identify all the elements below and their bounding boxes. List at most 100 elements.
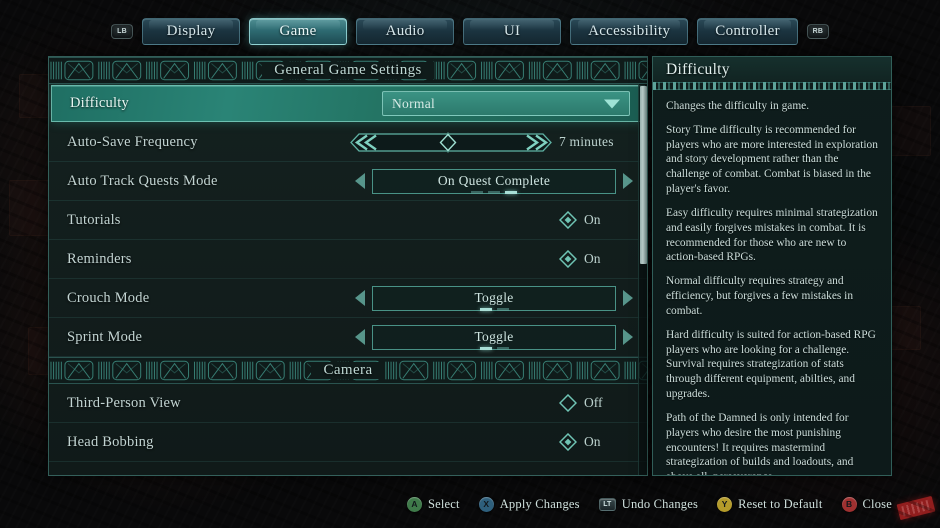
toggle-value: On (584, 434, 601, 449)
prompt-undo-changes[interactable]: LT Undo Changes (598, 496, 699, 512)
page-dots (373, 190, 615, 194)
settings-rows-container: Difficulty Normal Auto-Save Frequency 7 … (49, 84, 647, 475)
prompt-label: Apply Changes (499, 496, 580, 511)
toggle-diamond-on-icon (559, 250, 577, 268)
tab-game[interactable]: Game (249, 17, 348, 45)
setting-label: Tutorials (67, 211, 121, 228)
toggle-diamond-off-icon (559, 394, 577, 412)
arrow-left-icon[interactable] (355, 173, 365, 189)
setting-row-sprint-mode[interactable]: Sprint Mode Toggle (49, 318, 647, 357)
setting-control: Toggle (355, 285, 633, 311)
sprint-mode-stepper[interactable]: Toggle (372, 324, 616, 350)
setting-control: 7 minutes (347, 131, 633, 153)
setting-row-crouch-mode[interactable]: Crouch Mode Toggle (49, 279, 647, 318)
toggle-diamond-on-icon (559, 211, 577, 229)
prompt-select[interactable]: A Select (406, 496, 460, 512)
settings-scrollbar[interactable] (638, 84, 647, 475)
tab-audio[interactable]: Audio (356, 17, 455, 45)
toggle-value: On (584, 251, 601, 266)
slider-value: 7 minutes (559, 134, 614, 149)
setting-control: Normal (382, 91, 630, 116)
toggle-value: On (584, 212, 601, 227)
section-title: Camera (311, 362, 385, 379)
button-a-icon: A (406, 496, 422, 512)
prompt-label: Select (427, 496, 460, 511)
setting-control[interactable]: On (559, 250, 633, 268)
scrollbar-thumb[interactable] (640, 86, 647, 264)
setting-label: Crouch Mode (67, 289, 150, 306)
button-y-icon: Y (717, 496, 733, 512)
right-bumper-icon: RB (806, 23, 829, 39)
quest-track-stepper[interactable]: On Quest Complete (372, 168, 616, 194)
stepper-value: Toggle (474, 290, 514, 305)
prompt-label: Undo Changes (621, 496, 699, 511)
tab-ui[interactable]: UI (463, 17, 562, 45)
info-paragraph: Normal difficulty requires strategy and … (666, 275, 854, 317)
dropdown-value: Normal (392, 95, 436, 111)
difficulty-dropdown[interactable]: Normal (382, 91, 630, 116)
stepper-value: Toggle (474, 329, 514, 344)
page-dot (471, 190, 483, 194)
info-paragraph: Easy difficulty requires minimal strateg… (666, 206, 878, 264)
stepper-value: On Quest Complete (437, 173, 551, 188)
setting-label: Head Bobbing (67, 433, 154, 450)
info-panel: Difficulty Changes the difficulty in gam… (652, 56, 892, 476)
setting-row-tutorials[interactable]: Tutorials On (49, 201, 647, 240)
setting-row-difficulty[interactable]: Difficulty Normal (51, 85, 645, 122)
prompt-apply-changes[interactable]: X Apply Changes (478, 496, 580, 512)
page-dot (496, 307, 509, 311)
arrow-left-icon[interactable] (355, 329, 365, 345)
page-dot (488, 190, 500, 194)
setting-label: Third-Person View (67, 394, 181, 411)
page-dot (496, 346, 509, 350)
arrow-left-icon[interactable] (355, 290, 365, 306)
crouch-mode-stepper[interactable]: Toggle (372, 285, 616, 311)
setting-row-third-person-view[interactable]: Third-Person View Off (49, 384, 647, 423)
setting-label: Auto-Save Frequency (67, 133, 198, 150)
prompt-reset-to-default[interactable]: Y Reset to Default (717, 496, 822, 512)
setting-label: Difficulty (70, 95, 129, 111)
setting-control: On Quest Complete (355, 168, 633, 194)
settings-rows: Difficulty Normal Auto-Save Frequency 7 … (49, 84, 647, 475)
toggle-diamond-on-icon (559, 433, 577, 451)
prompt-close[interactable]: B Close (841, 496, 892, 512)
setting-control[interactable]: Off (559, 394, 633, 412)
section-header-general: General Game Settings (49, 57, 647, 84)
page-dot-active (505, 190, 517, 194)
arrow-right-icon[interactable] (623, 329, 633, 345)
button-x-icon: X (478, 496, 494, 512)
tab-controller[interactable]: Controller (697, 17, 798, 45)
setting-label: Auto Track Quests Mode (67, 172, 218, 189)
auto-save-slider[interactable] (347, 131, 552, 153)
setting-row-auto-track-quests-mode[interactable]: Auto Track Quests Mode On Quest Complete (49, 162, 647, 201)
setting-row-head-bobbing[interactable]: Head Bobbing On (49, 423, 647, 462)
page-dot-active (479, 307, 492, 311)
info-panel-divider (653, 82, 891, 90)
setting-label: Sprint Mode (67, 328, 143, 345)
page-dots (373, 346, 615, 350)
button-b-icon: B (841, 496, 857, 512)
tab-accessibility[interactable]: Accessibility (570, 17, 689, 45)
page-dot-active (479, 346, 492, 350)
setting-label: Reminders (67, 250, 132, 267)
info-paragraph: Hard difficulty is suited for action-bas… (666, 328, 876, 401)
arrow-right-icon[interactable] (623, 173, 633, 189)
setting-row-auto-save-frequency[interactable]: Auto-Save Frequency 7 minutes (49, 123, 647, 162)
info-paragraph: Changes the difficulty in game. (666, 100, 810, 112)
setting-row-reminders[interactable]: Reminders On (49, 240, 647, 279)
info-panel-title: Difficulty (653, 57, 891, 82)
section-title: General Game Settings (262, 62, 434, 79)
setting-control[interactable]: On (559, 211, 633, 229)
setting-control: Toggle (355, 324, 633, 350)
page-dots (373, 307, 615, 311)
toggle-value: Off (584, 395, 603, 410)
tab-display[interactable]: Display (142, 17, 241, 45)
info-paragraph: Path of the Damned is only intended for … (666, 411, 854, 475)
arrow-right-icon[interactable] (623, 290, 633, 306)
chevron-down-icon (604, 99, 620, 108)
button-prompt-bar: A Select X Apply Changes LT Undo Changes… (0, 492, 926, 516)
info-panel-body: Changes the difficulty in game. Story Ti… (653, 90, 891, 475)
info-paragraph: Story Time difficulty is recommended for… (666, 123, 878, 196)
trigger-lt-icon: LT (598, 497, 616, 511)
setting-control[interactable]: On (559, 433, 633, 451)
